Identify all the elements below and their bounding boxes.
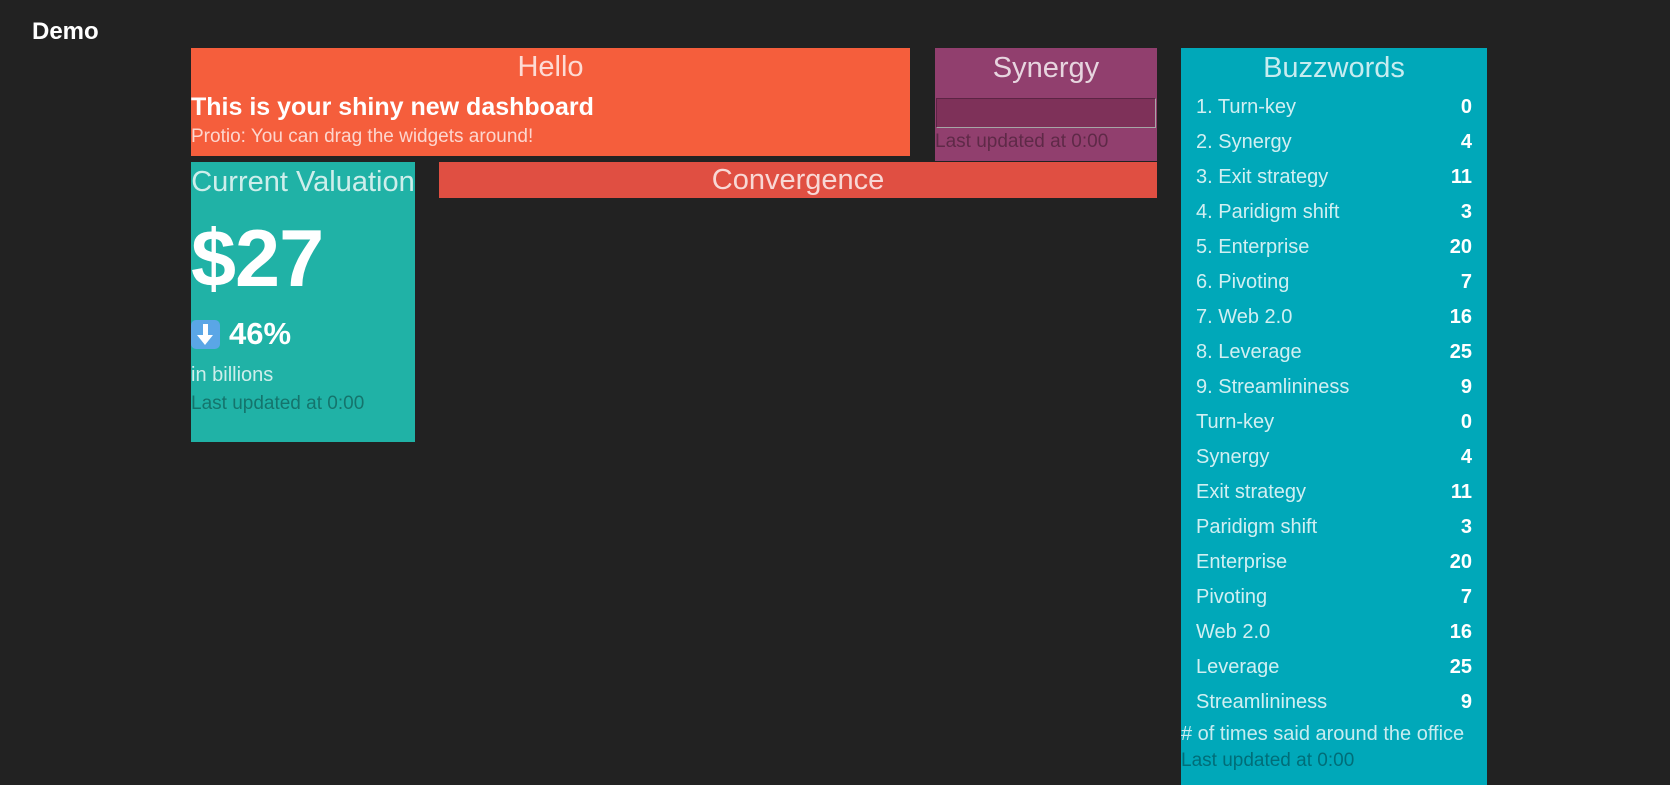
buzzword-count: 7 bbox=[1460, 271, 1472, 293]
buzzword-label: Exit strategy bbox=[1196, 481, 1307, 503]
buzzword-count: 4 bbox=[1460, 131, 1472, 153]
buzzwords-title: Buzzwords bbox=[1263, 52, 1405, 84]
buzzword-count: 20 bbox=[1449, 551, 1472, 573]
down-arrow-icon bbox=[191, 319, 220, 349]
buzzword-label: Streamlininess bbox=[1196, 691, 1328, 713]
valuation-updated-at: Last updated at 0:00 bbox=[191, 393, 365, 414]
list-item: 2. Synergy 4 bbox=[1196, 125, 1472, 160]
valuation-change: 46% bbox=[191, 316, 415, 352]
list-item: Streamlininess 9 bbox=[1196, 685, 1472, 720]
synergy-widget[interactable]: Synergy Last updated at 0:00 bbox=[935, 48, 1157, 161]
hello-tip: Protio: You can drag the widgets around! bbox=[191, 126, 534, 147]
buzzword-count: 16 bbox=[1449, 306, 1472, 328]
hello-headline: This is your shiny new dashboard bbox=[191, 93, 594, 121]
buzzword-count: 16 bbox=[1449, 621, 1472, 643]
valuation-change-value: 46% bbox=[229, 316, 292, 351]
list-item: 5. Enterprise 20 bbox=[1196, 230, 1472, 265]
buzzword-count: 0 bbox=[1460, 411, 1472, 433]
synergy-updated-at: Last updated at 0:00 bbox=[935, 131, 1109, 152]
buzzword-count: 25 bbox=[1449, 341, 1472, 363]
list-item: Web 2.0 16 bbox=[1196, 615, 1472, 650]
convergence-title: Convergence bbox=[711, 164, 885, 196]
buzzword-count: 0 bbox=[1460, 96, 1472, 118]
list-item: 9. Streamlininess 9 bbox=[1196, 370, 1472, 405]
buzzword-label: Turn-key bbox=[1196, 411, 1275, 433]
buzzword-label: Leverage bbox=[1196, 656, 1280, 678]
buzzword-label: Web 2.0 bbox=[1196, 621, 1271, 643]
list-item: 6. Pivoting 7 bbox=[1196, 265, 1472, 300]
list-item: 1. Turn-key 0 bbox=[1196, 90, 1472, 125]
hello-widget[interactable]: Hello This is your shiny new dashboard P… bbox=[191, 48, 910, 156]
buzzword-label: 4. Paridigm shift bbox=[1196, 201, 1340, 223]
buzzwords-more-info: # of times said around the office bbox=[1181, 723, 1465, 745]
list-item: Paridigm shift 3 bbox=[1196, 510, 1472, 545]
list-item: Synergy 4 bbox=[1196, 440, 1472, 475]
buzzword-label: Enterprise bbox=[1196, 551, 1288, 573]
buzzword-count: 4 bbox=[1460, 446, 1472, 468]
buzzwords-list: 1. Turn-key 0 2. Synergy 4 3. Exit strateg… bbox=[1181, 90, 1487, 720]
buzzword-count: 11 bbox=[1450, 481, 1472, 503]
buzzword-label: 3. Exit strategy bbox=[1196, 166, 1329, 188]
buzzword-label: Paridigm shift bbox=[1196, 516, 1318, 538]
list-item: Leverage 25 bbox=[1196, 650, 1472, 685]
list-item: 3. Exit strategy 11 bbox=[1196, 160, 1472, 195]
hello-title: Hello bbox=[517, 51, 584, 83]
buzzword-count: 3 bbox=[1460, 516, 1472, 538]
synergy-meter bbox=[936, 98, 1156, 128]
buzzword-label: 6. Pivoting bbox=[1196, 271, 1290, 293]
buzzword-count: 25 bbox=[1449, 656, 1472, 678]
buzzword-label: Synergy bbox=[1196, 446, 1270, 468]
app-title: Demo bbox=[32, 18, 99, 45]
convergence-widget[interactable]: Convergence bbox=[439, 162, 1157, 198]
buzzwords-widget[interactable]: Buzzwords 1. Turn-key 0 2. Synergy 4 3. Ex… bbox=[1181, 48, 1487, 785]
buzzword-label: 5. Enterprise bbox=[1196, 236, 1310, 258]
list-item: 8. Leverage 25 bbox=[1196, 335, 1472, 370]
list-item: Turn-key 0 bbox=[1196, 405, 1472, 440]
buzzword-count: 9 bbox=[1460, 376, 1472, 398]
list-item: 7. Web 2.0 16 bbox=[1196, 300, 1472, 335]
buzzword-label: 7. Web 2.0 bbox=[1196, 306, 1293, 328]
list-item: Exit strategy 11 bbox=[1196, 475, 1472, 510]
list-item: 4. Paridigm shift 3 bbox=[1196, 195, 1472, 230]
buzzword-count: 9 bbox=[1460, 691, 1472, 713]
buzzword-count: 7 bbox=[1460, 586, 1472, 608]
buzzword-label: 8. Leverage bbox=[1196, 341, 1302, 363]
synergy-title: Synergy bbox=[992, 52, 1100, 84]
valuation-title: Current Valuation bbox=[191, 166, 415, 198]
buzzword-count: 20 bbox=[1449, 236, 1472, 258]
buzzword-label: 9. Streamlininess bbox=[1196, 376, 1350, 398]
list-item: Enterprise 20 bbox=[1196, 545, 1472, 580]
buzzword-count: 3 bbox=[1460, 201, 1472, 223]
valuation-value: $27 bbox=[191, 214, 324, 304]
buzzword-label: Pivoting bbox=[1196, 586, 1268, 608]
buzzword-label: 1. Turn-key bbox=[1196, 96, 1297, 118]
buzzwords-updated-at: Last updated at 0:00 bbox=[1181, 750, 1355, 771]
valuation-more-info: in billions bbox=[191, 364, 274, 386]
valuation-widget[interactable]: Current Valuation $27 46% in billions La… bbox=[191, 162, 415, 442]
buzzword-label: 2. Synergy bbox=[1196, 131, 1292, 153]
buzzword-count: 11 bbox=[1450, 166, 1472, 188]
list-item: Pivoting 7 bbox=[1196, 580, 1472, 615]
